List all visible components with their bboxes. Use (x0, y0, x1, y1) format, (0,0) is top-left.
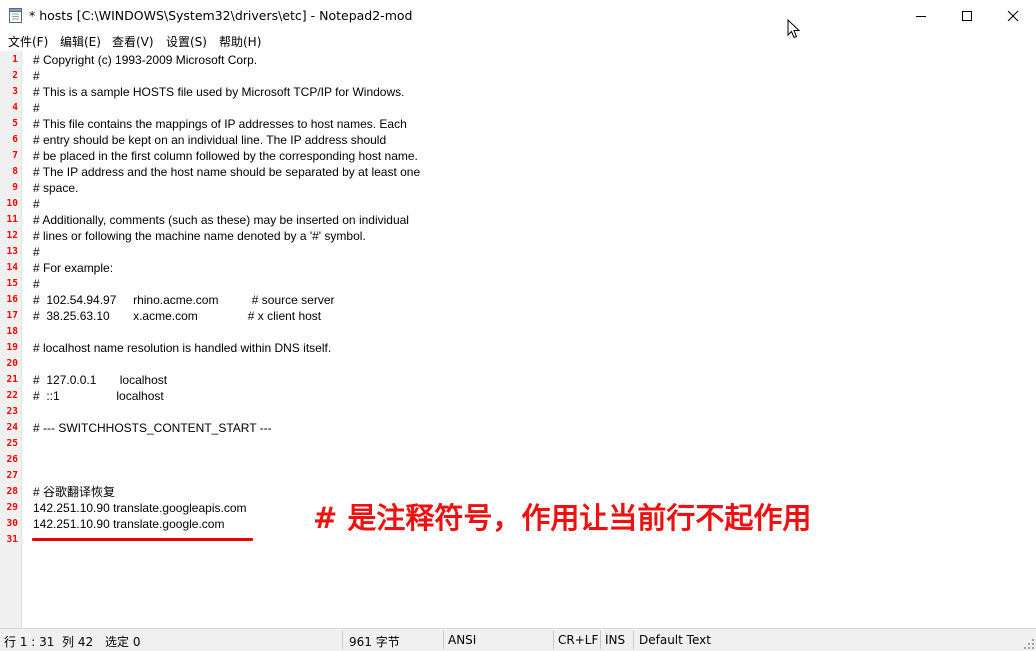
line-number: 2 (12, 70, 18, 81)
line-number: 19 (6, 342, 18, 353)
line-number: 9 (12, 182, 18, 193)
line-number: 4 (12, 102, 18, 113)
line-number: 11 (6, 214, 18, 225)
line-number: 21 (6, 374, 18, 385)
code-line[interactable]: # ::1 localhost (33, 388, 164, 404)
notepad-icon (9, 8, 22, 23)
code-line[interactable]: # For example: (33, 260, 113, 276)
minimize-icon (916, 16, 926, 17)
line-number: 29 (6, 502, 18, 513)
code-line[interactable]: # lines or following the machine name de… (33, 228, 366, 244)
menu-help[interactable]: 帮助(H) (219, 33, 261, 50)
code-line[interactable]: # 38.25.63.10 x.acme.com # x client host (33, 308, 321, 324)
code-line[interactable]: # (33, 276, 40, 292)
minimize-button[interactable] (898, 0, 944, 31)
code-line[interactable]: # Additionally, comments (such as these)… (33, 212, 409, 228)
line-number: 31 (6, 534, 18, 545)
resize-grip-icon[interactable] (1024, 639, 1034, 649)
line-number-gutter: 1 2 3 4 5 6 7 8 9 10 11 12 13 14 15 16 17 18 19 20 21 22 23 24 2… (0, 51, 22, 628)
line-number: 6 (12, 134, 18, 145)
line-number: 26 (6, 454, 18, 465)
status-size: 961 字节 (349, 635, 400, 649)
status-insert-mode[interactable]: INS (605, 633, 625, 647)
line-number: 5 (12, 118, 18, 129)
code-line[interactable]: # (33, 244, 40, 260)
status-divider (600, 631, 601, 649)
text-editor[interactable]: 1 2 3 4 5 6 7 8 9 10 11 12 13 14 15 16 17 18 19 20 21 22 23 24 2… (0, 51, 1036, 628)
status-column: 列 42 (62, 635, 94, 649)
mouse-cursor-icon (787, 19, 801, 39)
code-line[interactable]: # (33, 100, 40, 116)
code-line[interactable]: 142.251.10.90 translate.google.com (33, 516, 224, 532)
line-number: 8 (12, 166, 18, 177)
status-divider (553, 631, 554, 649)
status-divider (633, 631, 634, 649)
title-bar[interactable]: * hosts [C:\WINDOWS\System32\drivers\etc… (0, 0, 1036, 31)
status-bar: 行 1 : 31 列 42 选定 0 961 字节 ANSI CR+LF INS… (0, 628, 1036, 651)
line-number: 28 (6, 486, 18, 497)
status-lexer[interactable]: Default Text (639, 633, 711, 647)
line-number: 24 (6, 422, 18, 433)
annotation-text: # 是注释符号，作用让当前行不起作用 (313, 501, 812, 535)
status-selection: 选定 0 (105, 635, 141, 649)
code-line[interactable]: # entry should be kept on an individual … (33, 132, 386, 148)
status-encoding[interactable]: ANSI (448, 633, 476, 647)
line-number: 14 (6, 262, 18, 273)
menu-settings[interactable]: 设置(S) (166, 33, 207, 50)
annotation-underline (32, 538, 253, 541)
status-line: 行 1 : 31 (4, 635, 55, 649)
code-line[interactable]: # --- SWITCHHOSTS_CONTENT_START --- (33, 420, 272, 436)
menu-edit[interactable]: 编辑(E) (60, 33, 101, 50)
line-number: 3 (12, 86, 18, 97)
code-line[interactable]: 142.251.10.90 translate.googleapis.com (33, 500, 247, 516)
line-number: 30 (6, 518, 18, 529)
line-number: 25 (6, 438, 18, 449)
maximize-button[interactable] (944, 0, 990, 31)
line-number: 27 (6, 470, 18, 481)
window-title: * hosts [C:\WINDOWS\System32\drivers\etc… (29, 8, 413, 23)
code-line[interactable]: # localhost name resolution is handled w… (33, 340, 331, 356)
line-number: 15 (6, 278, 18, 289)
code-line[interactable]: # 谷歌翻译恢复 (33, 484, 115, 500)
line-number: 13 (6, 246, 18, 257)
line-number: 22 (6, 390, 18, 401)
code-line[interactable]: # space. (33, 180, 78, 196)
code-line[interactable]: # (33, 68, 40, 84)
code-line[interactable]: # The IP address and the host name shoul… (33, 164, 420, 180)
status-line-ending[interactable]: CR+LF (558, 633, 598, 647)
line-number: 1 (12, 54, 18, 65)
code-line[interactable]: # Copyright (c) 1993-2009 Microsoft Corp… (33, 52, 257, 68)
line-number: 23 (6, 406, 18, 417)
menu-view[interactable]: 查看(V) (112, 33, 154, 50)
code-line[interactable]: # 127.0.0.1 localhost (33, 372, 167, 388)
line-number: 12 (6, 230, 18, 241)
line-number: 20 (6, 358, 18, 369)
line-number: 17 (6, 310, 18, 321)
code-line[interactable]: # This file contains the mappings of IP … (33, 116, 407, 132)
notepad2-window: * hosts [C:\WINDOWS\System32\drivers\etc… (0, 0, 1036, 651)
menu-file[interactable]: 文件(F) (8, 33, 48, 50)
code-line[interactable]: # be placed in the first column followed… (33, 148, 418, 164)
code-line[interactable]: # This is a sample HOSTS file used by Mi… (33, 84, 404, 100)
code-line[interactable]: # 102.54.94.97 rhino.acme.com # source s… (33, 292, 334, 308)
line-number: 16 (6, 294, 18, 305)
close-button[interactable] (990, 0, 1036, 31)
status-divider (342, 631, 343, 649)
status-divider (443, 631, 444, 649)
close-icon (1007, 10, 1019, 22)
menu-bar: 文件(F) 编辑(E) 查看(V) 设置(S) 帮助(H) (0, 31, 1036, 51)
line-number: 7 (12, 150, 18, 161)
line-number: 18 (6, 326, 18, 337)
line-number: 10 (6, 198, 18, 209)
code-line[interactable]: # (33, 196, 40, 212)
maximize-icon (962, 11, 972, 21)
